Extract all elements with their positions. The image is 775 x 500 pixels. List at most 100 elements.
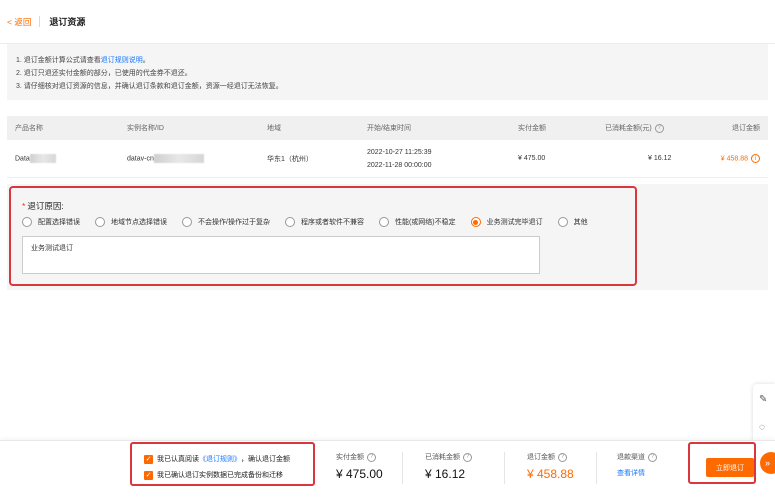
reason-textarea[interactable]: 业务测试退订 (22, 236, 540, 274)
reason-option[interactable]: 业务测试完毕退订 (470, 217, 543, 227)
notice-line-1: 1. 退订金额计算公式请查看退订规则说明。 (16, 54, 759, 67)
notice-line-1-suffix: 。 (142, 57, 150, 64)
col-region: 地域 (267, 125, 281, 132)
page-title: 退订资源 (49, 17, 86, 27)
redacted-block (29, 154, 56, 163)
reason-option[interactable]: 性能(或网络)不稳定 (378, 217, 456, 227)
footer-paid: 实付金额? ¥ 475.00 (336, 452, 383, 481)
reason-option[interactable]: 配置选择错误 (22, 217, 80, 227)
consumed-amount: ¥ 16.12 (425, 467, 466, 481)
channel-label-text: 退款渠道 (617, 454, 645, 461)
notice-line-1-text: 1. 退订金额计算公式请查看 (16, 57, 101, 64)
reason-option[interactable]: 不会操作/操作过于复杂 (182, 217, 270, 227)
product-name: Data (15, 154, 56, 163)
col-time: 开始/结束时间 (367, 125, 411, 132)
radio-button[interactable] (378, 217, 389, 227)
reason-option-label: 业务测试完毕退订 (486, 219, 543, 226)
region-value: 华东1（杭州） (267, 155, 313, 163)
col-instance: 实例名称/ID (127, 125, 164, 132)
footer-refund: 退订金额? ¥ 458.88 (527, 452, 574, 481)
divider (596, 452, 597, 484)
info-icon[interactable]: i (751, 154, 760, 163)
refund-amount: ¥ 458.88 (527, 467, 574, 481)
agree-rules-checkbox[interactable]: ✓ 我已认真阅读 《退订规则》 ，确认退订金额 (144, 454, 290, 464)
help-icon[interactable]: ? (648, 452, 657, 462)
rules-link[interactable]: 《退订规则》 (199, 454, 241, 464)
notice-line-3: 3. 请仔细核对退订资源的信息，并确认退订条款和退订金额，资源一经退订无法恢复。 (16, 83, 283, 90)
divider (504, 452, 505, 484)
paid-amount: ¥ 475.00 (336, 467, 383, 481)
redacted-block (153, 154, 204, 163)
instance-id-text: datav-cn (127, 155, 154, 163)
instance-id: datav-cn (127, 154, 204, 163)
footer-consumed: 已消耗金额? ¥ 16.12 (425, 452, 472, 481)
reason-option-label: 程序或者软件不兼容 (300, 219, 364, 226)
refund-rules-link[interactable]: 退订规则说明 (101, 57, 143, 64)
reason-options: 配置选择错误 地域节点选择错误 不会操作/操作过于复杂 程序或者软件不兼容 性能… (22, 215, 603, 229)
agree-rules-text: 我已认真阅读 (157, 456, 199, 463)
consumed-value: ¥ 16.12 (648, 155, 672, 162)
refund-value-text: ¥ 458.88 (720, 155, 748, 163)
edit-icon[interactable]: ✎ (759, 394, 771, 406)
unsubscribe-button[interactable]: 立即退订 (706, 458, 754, 477)
radio-button-selected[interactable] (470, 217, 481, 227)
refund-label: 退订金额? (527, 452, 574, 462)
channel-label: 退款渠道? (617, 452, 657, 462)
notice-panel: 1. 退订金额计算公式请查看退订规则说明。 2. 退订只退还实付金额的部分，已使… (7, 44, 768, 100)
radio-button[interactable] (22, 217, 32, 227)
agree-backup-checkbox[interactable]: ✓ 我已确认退订实例数据已完成备份和迁移 (144, 470, 283, 480)
reason-option-label: 性能(或网络)不稳定 (394, 219, 456, 226)
refund-label-text: 退订金额 (527, 454, 555, 461)
product-name-text: Data (15, 155, 30, 163)
reason-option[interactable]: 程序或者软件不兼容 (284, 217, 364, 227)
agree-rules-suffix: ，确认退订金额 (241, 456, 290, 463)
table-row: Data datav-cn 华东1（杭州） 2022-10-27 11:25:3… (7, 140, 768, 178)
expand-icon[interactable]: » (760, 452, 775, 474)
help-icon[interactable]: ? (654, 123, 664, 133)
footer-channel: 退款渠道? 查看详情 (617, 452, 657, 478)
footer-bar (0, 440, 775, 500)
checkbox-checked[interactable]: ✓ (144, 470, 153, 480)
required-mark: * (22, 201, 26, 211)
reason-option-label: 配置选择错误 (38, 219, 80, 226)
reason-option-label: 其他 (573, 219, 588, 226)
reason-option-label: 地域节点选择错误 (111, 219, 167, 226)
back-link[interactable]: < 返回 (7, 16, 31, 28)
reason-title-text: 退订原因: (27, 201, 64, 211)
col-paid: 实付金额 (518, 125, 546, 132)
side-toolbar: ✎ ◌ (753, 384, 775, 444)
feedback-icon[interactable]: ◌ (759, 422, 771, 434)
time-range: 2022-10-27 11:25:39 2022-11-28 00:00:00 (367, 146, 431, 172)
header-divider (39, 16, 41, 27)
radio-button[interactable] (95, 217, 105, 227)
paid-value: ¥ 475.00 (518, 155, 546, 162)
view-details-link[interactable]: 查看详情 (617, 468, 657, 478)
paid-label: 实付金额? (336, 452, 383, 462)
radio-button[interactable] (557, 217, 568, 227)
refund-value: ¥ 458.88 i (721, 154, 760, 163)
help-icon[interactable]: ? (463, 452, 472, 462)
reason-option-label: 不会操作/操作过于复杂 (198, 219, 270, 226)
help-icon[interactable]: ? (367, 452, 376, 462)
reason-title: * 退订原因: (22, 200, 64, 212)
checkbox-checked[interactable]: ✓ (144, 454, 153, 464)
resource-table: 产品名称 实例名称/ID 地域 开始/结束时间 实付金额 已消耗金额(元)? 退… (7, 116, 768, 178)
end-time: 2022-11-28 00:00:00 (367, 161, 432, 169)
reason-option[interactable]: 其他 (557, 217, 588, 227)
col-consumed-label: 已消耗金额(元) (605, 125, 652, 132)
agree-backup-text: 我已确认退订实例数据已完成备份和迁移 (157, 472, 283, 479)
radio-button[interactable] (284, 217, 295, 227)
col-product: 产品名称 (15, 125, 43, 132)
consumed-label-text: 已消耗金额 (425, 454, 460, 461)
paid-label-text: 实付金额 (336, 454, 364, 461)
radio-button[interactable] (182, 217, 192, 227)
table-header: 产品名称 实例名称/ID 地域 开始/结束时间 实付金额 已消耗金额(元)? 退… (7, 116, 768, 140)
consumed-label: 已消耗金额? (425, 452, 472, 462)
notice-line-2: 2. 退订只退还实付金额的部分，已使用的代金券不退还。 (16, 70, 192, 77)
start-time: 2022-10-27 11:25:39 (367, 148, 432, 156)
help-icon[interactable]: ? (558, 452, 567, 462)
col-consumed: 已消耗金额(元)? (605, 123, 664, 133)
page-header: < 返回 退订资源 (0, 0, 775, 44)
reason-option[interactable]: 地域节点选择错误 (95, 217, 167, 227)
col-refund: 退订金额 (732, 125, 760, 132)
